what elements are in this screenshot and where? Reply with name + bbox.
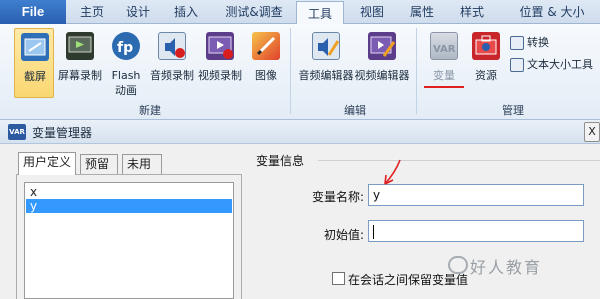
variable-info-heading: 变量信息	[256, 154, 305, 168]
tab-home[interactable]: 主页	[72, 0, 112, 24]
audio-record-icon	[158, 32, 186, 60]
screenshot-icon	[21, 33, 49, 61]
image-button[interactable]: 图像	[246, 28, 286, 98]
initial-value-label: 初始值:	[323, 228, 364, 242]
list-item[interactable]: x	[26, 185, 232, 199]
variable-name-label: 变量名称:	[311, 190, 364, 204]
screenshot-button[interactable]: 截屏	[14, 28, 54, 98]
video-editor-button[interactable]: 视频编辑器	[355, 28, 410, 98]
video-editor-label: 视频编辑器	[354, 69, 410, 82]
screen-record-button[interactable]: 屏幕录制	[58, 28, 102, 98]
tab-design[interactable]: 设计	[118, 0, 158, 24]
ribbon-tab-bar: File 主页 设计 插入 测试&调查 工具 视图 属性 样式 位置 & 大小	[0, 0, 600, 25]
tab-position-size[interactable]: 位置 & 大小	[504, 0, 600, 24]
variable-manager-icon: VAR	[8, 124, 26, 140]
tab-properties[interactable]: 属性	[402, 0, 442, 24]
tab-insert[interactable]: 插入	[166, 0, 206, 24]
resource-button[interactable]: 资源	[466, 28, 506, 98]
flash-animation-button[interactable]: fp Flash 动画	[106, 28, 146, 98]
audio-editor-label: 音频编辑器	[298, 69, 354, 82]
video-record-icon	[206, 32, 234, 60]
dialog-title-bar: VAR 变量管理器 X	[0, 120, 600, 144]
video-record-button[interactable]: 视频录制	[198, 28, 242, 98]
text-size-icon	[510, 58, 524, 72]
keep-between-sessions-checkbox[interactable]	[332, 272, 345, 285]
resource-icon	[472, 32, 500, 60]
convert-label: 转换	[527, 36, 549, 49]
group-label-edit: 编辑	[344, 104, 366, 117]
convert-icon	[510, 36, 524, 50]
tab-user-defined[interactable]: 用户定义	[18, 152, 76, 175]
ribbon-panel: 截屏 屏幕录制 fp Flash 动画 音频录制 视频录制 图像 新建 音频编辑…	[0, 24, 600, 120]
initial-value-input[interactable]	[368, 220, 584, 242]
tab-test-survey[interactable]: 测试&调查	[218, 0, 290, 24]
convert-button[interactable]: 转换	[510, 34, 549, 52]
group-label-new: 新建	[139, 104, 161, 117]
tab-tools[interactable]: 工具	[296, 1, 344, 25]
audio-editor-button[interactable]: 音频编辑器	[299, 28, 354, 98]
screen-record-icon	[66, 32, 94, 60]
keep-between-sessions-label: 在会话之间保留变量值	[348, 273, 469, 287]
annotation-underline	[424, 86, 464, 88]
tab-view[interactable]: 视图	[352, 0, 392, 24]
text-size-label: 文本大小工具	[527, 58, 593, 71]
group-label-manage: 管理	[502, 104, 524, 117]
tab-reserved[interactable]: 预留	[80, 154, 118, 174]
variable-list[interactable]: x y	[24, 182, 234, 299]
image-label: 图像	[255, 69, 277, 82]
wechat-icon	[448, 256, 468, 274]
svg-text:fp: fp	[117, 40, 133, 56]
list-item[interactable]: y	[26, 199, 232, 213]
tab-style[interactable]: 样式	[452, 0, 492, 24]
group-divider	[290, 28, 291, 114]
tab-unused[interactable]: 未用	[122, 154, 162, 174]
text-caret	[373, 224, 374, 239]
video-editor-icon	[368, 32, 396, 60]
svg-text:VAR: VAR	[433, 44, 456, 55]
watermark: 好人教育	[470, 258, 543, 277]
variable-icon: VAR	[430, 32, 458, 60]
resource-label: 资源	[475, 69, 497, 82]
text-size-tool-button[interactable]: 文本大小工具	[510, 56, 593, 74]
audio-editor-icon	[312, 32, 340, 60]
dialog-title: 变量管理器	[32, 126, 93, 140]
close-button[interactable]: X	[584, 122, 600, 142]
image-icon	[252, 32, 280, 60]
group-divider	[318, 160, 600, 161]
tab-file[interactable]: File	[0, 0, 66, 24]
audio-record-button[interactable]: 音频录制	[150, 28, 194, 98]
flash-icon: fp	[112, 32, 140, 60]
annotation-arrow	[384, 159, 401, 185]
